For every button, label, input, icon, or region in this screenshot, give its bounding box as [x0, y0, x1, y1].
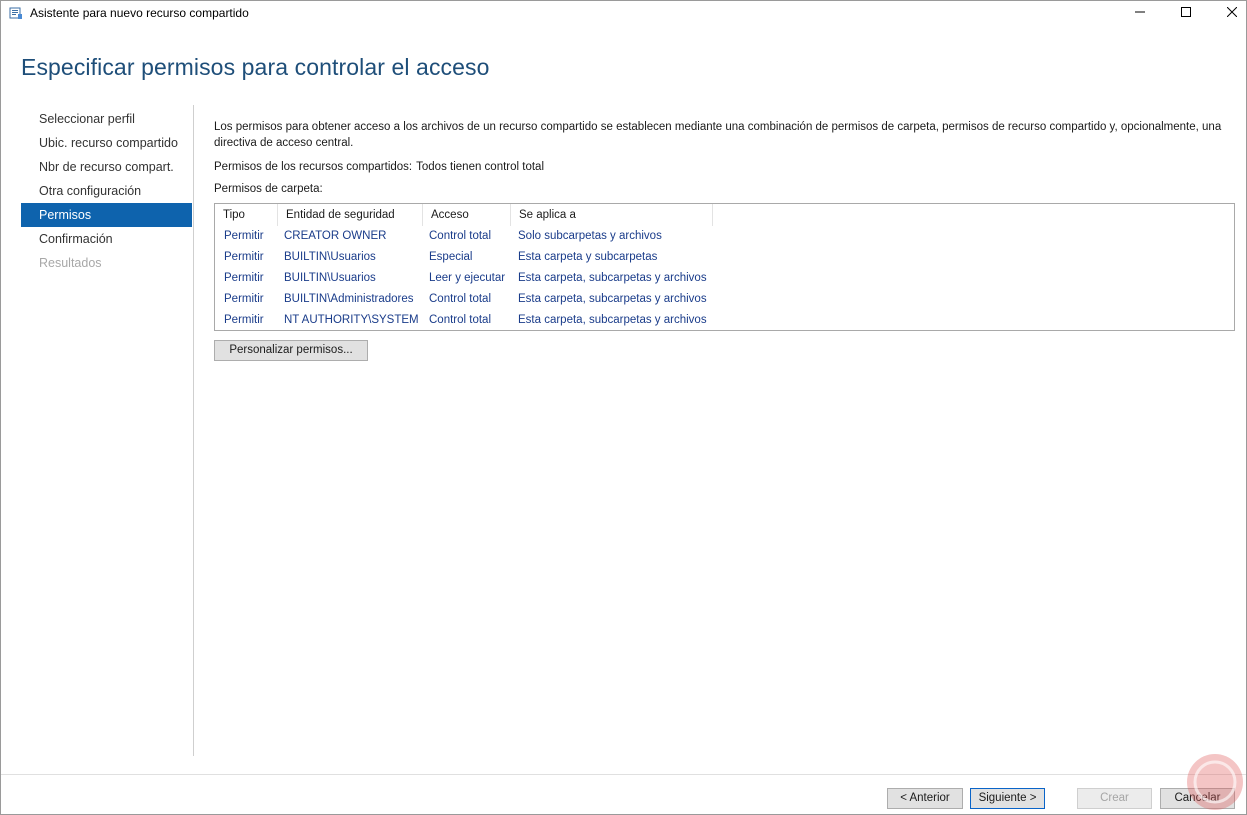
cell-se-aplica-a: Esta carpeta, subcarpetas y archivos	[518, 293, 707, 305]
table-row[interactable]: Permitir BUILTIN\Usuarios Leer y ejecuta…	[215, 268, 1234, 289]
column-header-entidad[interactable]: Entidad de seguridad	[278, 204, 423, 226]
create-button: Crear	[1077, 788, 1152, 809]
close-icon	[1226, 6, 1238, 20]
table-row[interactable]: Permitir BUILTIN\Usuarios Especial Esta …	[215, 247, 1234, 268]
cell-acceso: Control total	[429, 230, 492, 242]
nav-item-confirmacion[interactable]: Confirmación	[21, 227, 192, 251]
cell-entidad: NT AUTHORITY\SYSTEM	[284, 314, 419, 326]
cell-se-aplica-a: Esta carpeta, subcarpetas y archivos	[518, 314, 707, 326]
share-permissions-label: Permisos de los recursos compartidos:	[214, 161, 413, 173]
share-permissions-value: Todos tienen control total	[416, 161, 544, 173]
cell-entidad: BUILTIN\Usuarios	[284, 272, 376, 284]
table-row[interactable]: Permitir NT AUTHORITY\SYSTEM Control tot…	[215, 310, 1234, 331]
table-header: Tipo Entidad de seguridad Acceso Se apli…	[215, 204, 1234, 226]
wizard-window: Asistente para nuevo recurso compartido …	[0, 0, 1247, 815]
table-row[interactable]: Permitir BUILTIN\Administradores Control…	[215, 289, 1234, 310]
cancel-button[interactable]: Cancelar	[1160, 788, 1235, 809]
table-body: Permitir CREATOR OWNER Control total Sol…	[215, 226, 1234, 331]
cell-tipo: Permitir	[224, 230, 264, 242]
nav-divider	[193, 105, 194, 756]
cell-entidad: BUILTIN\Administradores	[284, 293, 414, 305]
cell-tipo: Permitir	[224, 251, 264, 263]
minimize-button[interactable]	[1117, 1, 1163, 25]
maximize-icon	[1181, 6, 1191, 20]
page-title: Especificar permisos para controlar el a…	[21, 54, 490, 80]
close-button[interactable]	[1209, 1, 1247, 25]
nav-item-nbr-recurso[interactable]: Nbr de recurso compart.	[21, 155, 192, 179]
back-button[interactable]: < Anterior	[887, 788, 963, 809]
cell-tipo: Permitir	[224, 314, 264, 326]
folder-permissions-table[interactable]: Tipo Entidad de seguridad Acceso Se apli…	[214, 203, 1235, 331]
nav-item-seleccionar-perfil[interactable]: Seleccionar perfil	[21, 107, 192, 131]
nav-item-ubic-recurso[interactable]: Ubic. recurso compartido	[21, 131, 192, 155]
cell-tipo: Permitir	[224, 272, 264, 284]
cell-se-aplica-a: Solo subcarpetas y archivos	[518, 230, 662, 242]
table-row[interactable]: Permitir CREATOR OWNER Control total Sol…	[215, 226, 1234, 247]
window-title: Asistente para nuevo recurso compartido	[30, 6, 249, 20]
cell-acceso: Especial	[429, 251, 473, 263]
column-header-acceso[interactable]: Acceso	[423, 204, 511, 226]
cell-acceso: Control total	[429, 314, 492, 326]
folder-permissions-label: Permisos de carpeta:	[214, 183, 323, 195]
cell-acceso: Control total	[429, 293, 492, 305]
maximize-button[interactable]	[1163, 1, 1209, 25]
share-permissions: Permisos de los recursos compartidos: Tod…	[214, 161, 544, 173]
footer-divider	[1, 774, 1246, 775]
minimize-icon	[1135, 6, 1145, 20]
wizard-steps-nav: Seleccionar perfil Ubic. recurso compart…	[21, 107, 192, 275]
column-header-se-aplica-a[interactable]: Se aplica a	[511, 204, 713, 226]
cell-se-aplica-a: Esta carpeta, subcarpetas y archivos	[518, 272, 707, 284]
nav-item-permisos[interactable]: Permisos	[21, 203, 192, 227]
column-header-tipo[interactable]: Tipo	[215, 204, 278, 226]
nav-item-resultados: Resultados	[39, 256, 102, 270]
cell-entidad: CREATOR OWNER	[284, 230, 387, 242]
customize-permissions-button[interactable]: Personalizar permisos...	[214, 340, 368, 361]
cell-se-aplica-a: Esta carpeta y subcarpetas	[518, 251, 658, 263]
cell-tipo: Permitir	[224, 293, 264, 305]
permissions-description: Los permisos para obtener acceso a los a…	[214, 121, 1222, 149]
title-bar: Asistente para nuevo recurso compartido	[1, 1, 1246, 25]
next-button[interactable]: Siguiente >	[970, 788, 1045, 809]
cell-entidad: BUILTIN\Usuarios	[284, 251, 376, 263]
app-icon	[9, 6, 23, 20]
nav-item-otra-configuracion[interactable]: Otra configuración	[21, 179, 192, 203]
cell-acceso: Leer y ejecutar	[429, 272, 506, 284]
